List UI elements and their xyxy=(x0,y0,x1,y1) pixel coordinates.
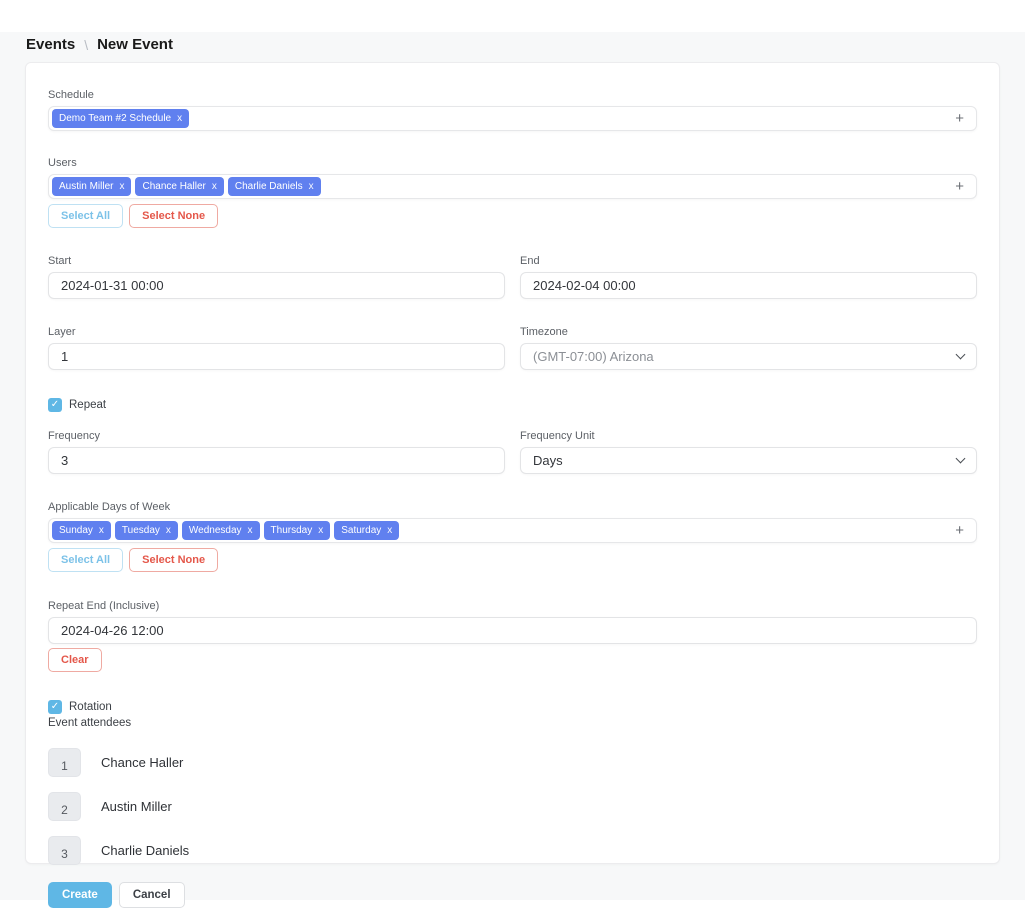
chevron-down-icon xyxy=(956,350,966,360)
new-event-form-card: Schedule Demo Team #2 Schedule x + Users xyxy=(25,62,1000,864)
start-input[interactable] xyxy=(48,272,505,299)
attendee-name: Chance Haller xyxy=(101,755,183,770)
attendee-row: Chance Haller xyxy=(48,748,977,777)
end-label: End xyxy=(520,255,977,267)
repeat-checkbox-label: Repeat xyxy=(69,399,106,411)
days-select-all-button[interactable]: Select All xyxy=(48,548,123,572)
days-of-week-label: Applicable Days of Week xyxy=(48,501,977,513)
attendees-list: Chance Haller Austin Miller Charlie Dani… xyxy=(48,748,977,865)
end-field-group: End xyxy=(520,255,977,299)
schedule-multiselect[interactable]: Demo Team #2 Schedule x + xyxy=(48,106,977,131)
frequency-input[interactable] xyxy=(48,447,505,474)
layer-input[interactable] xyxy=(48,343,505,370)
schedule-group: Schedule Demo Team #2 Schedule x + xyxy=(48,89,977,131)
start-label: Start xyxy=(48,255,505,267)
user-tag: Austin Miller x xyxy=(52,177,131,196)
repeat-checkbox-row: ✓ Repeat xyxy=(48,398,977,412)
rotation-checkbox-label: Rotation xyxy=(69,701,112,713)
frequency-row: Frequency Frequency Unit Days xyxy=(48,430,977,474)
users-select-all-button[interactable]: Select All xyxy=(48,204,123,228)
days-of-week-tags: Sunday x Tuesday x Wednesday x Thur xyxy=(52,521,955,540)
add-icon[interactable]: + xyxy=(955,523,964,538)
schedule-tags: Demo Team #2 Schedule x xyxy=(52,109,955,128)
attendee-order-input[interactable] xyxy=(48,748,81,777)
user-tag: Charlie Daniels x xyxy=(228,177,321,196)
rotation-checkbox-row: ✓ Rotation xyxy=(48,700,977,714)
days-select-none-button[interactable]: Select None xyxy=(129,548,218,572)
form-actions: Create Cancel xyxy=(48,882,977,908)
day-tag: Saturday x xyxy=(334,521,399,540)
tag-remove-icon[interactable]: x xyxy=(99,525,104,536)
attendee-row: Charlie Daniels xyxy=(48,836,977,865)
tag-remove-icon[interactable]: x xyxy=(387,525,392,536)
frequency-unit-label: Frequency Unit xyxy=(520,430,977,442)
event-attendees-label: Event attendees xyxy=(48,717,977,729)
users-tags: Austin Miller x Chance Haller x Charlie … xyxy=(52,177,955,196)
frequency-unit-select[interactable]: Days xyxy=(520,447,977,474)
timezone-select[interactable]: (GMT-07:00) Arizona xyxy=(520,343,977,370)
tag-remove-icon[interactable]: x xyxy=(309,181,314,192)
attendee-order-input[interactable] xyxy=(48,792,81,821)
timezone-label: Timezone xyxy=(520,326,977,338)
attendee-name: Charlie Daniels xyxy=(101,843,189,858)
start-field-group: Start xyxy=(48,255,505,299)
layer-timezone-row: Layer Timezone (GMT-07:00) Arizona xyxy=(48,326,977,370)
breadcrumb-events[interactable]: Events xyxy=(26,36,75,53)
timezone-value: (GMT-07:00) Arizona xyxy=(533,349,654,364)
tag-remove-icon[interactable]: x xyxy=(212,181,217,192)
layer-label: Layer xyxy=(48,326,505,338)
tag-remove-icon[interactable]: x xyxy=(248,525,253,536)
repeat-end-label: Repeat End (Inclusive) xyxy=(48,600,977,612)
timezone-field-group: Timezone (GMT-07:00) Arizona xyxy=(520,326,977,370)
day-tag: Tuesday x xyxy=(115,521,178,540)
schedule-tag: Demo Team #2 Schedule x xyxy=(52,109,189,128)
frequency-unit-field-group: Frequency Unit Days xyxy=(520,430,977,474)
end-input[interactable] xyxy=(520,272,977,299)
tag-remove-icon[interactable]: x xyxy=(166,525,171,536)
users-label: Users xyxy=(48,157,977,169)
add-icon[interactable]: + xyxy=(955,179,964,194)
day-tag: Thursday x xyxy=(264,521,331,540)
start-end-row: Start End xyxy=(48,255,977,299)
days-of-week-multiselect[interactable]: Sunday x Tuesday x Wednesday x Thur xyxy=(48,518,977,543)
page-title: New Event xyxy=(97,36,173,53)
repeat-end-clear-button[interactable]: Clear xyxy=(48,648,102,672)
chevron-down-icon xyxy=(956,454,966,464)
day-tag: Sunday x xyxy=(52,521,111,540)
frequency-field-group: Frequency xyxy=(48,430,505,474)
schedule-label: Schedule xyxy=(48,89,977,101)
repeat-end-input[interactable] xyxy=(48,617,977,644)
tag-remove-icon[interactable]: x xyxy=(177,113,182,124)
frequency-unit-value: Days xyxy=(533,453,563,468)
tag-remove-icon[interactable]: x xyxy=(318,525,323,536)
layer-field-group: Layer xyxy=(48,326,505,370)
attendee-row: Austin Miller xyxy=(48,792,977,821)
breadcrumb: Events \ New Event xyxy=(26,36,173,53)
days-of-week-group: Applicable Days of Week Sunday x Tuesday… xyxy=(48,501,977,572)
frequency-label: Frequency xyxy=(48,430,505,442)
day-tag: Wednesday x xyxy=(182,521,260,540)
add-icon[interactable]: + xyxy=(955,111,964,126)
repeat-checkbox[interactable]: ✓ xyxy=(48,398,62,412)
users-multiselect[interactable]: Austin Miller x Chance Haller x Charlie … xyxy=(48,174,977,199)
user-tag: Chance Haller x xyxy=(135,177,223,196)
tag-remove-icon[interactable]: x xyxy=(119,181,124,192)
breadcrumb-separator: \ xyxy=(84,37,88,53)
attendee-order-input[interactable] xyxy=(48,836,81,865)
users-group: Users Austin Miller x Chance Haller x C xyxy=(48,157,977,228)
repeat-end-group: Repeat End (Inclusive) Clear xyxy=(48,600,977,672)
attendee-name: Austin Miller xyxy=(101,799,172,814)
rotation-checkbox[interactable]: ✓ xyxy=(48,700,62,714)
cancel-button[interactable]: Cancel xyxy=(119,882,185,908)
create-button[interactable]: Create xyxy=(48,882,112,908)
users-select-none-button[interactable]: Select None xyxy=(129,204,218,228)
